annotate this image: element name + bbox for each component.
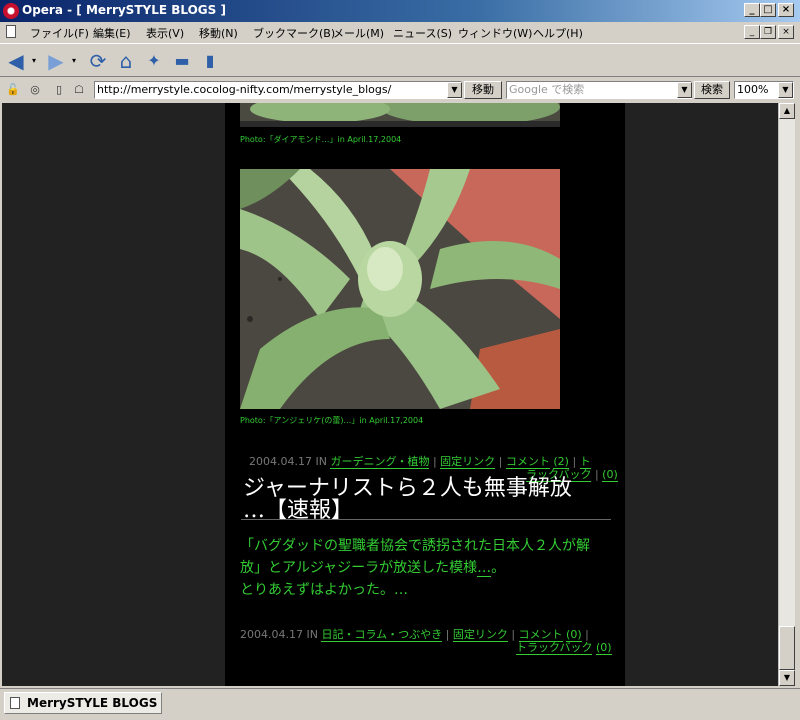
post2-title-divider xyxy=(241,519,611,520)
home-icon[interactable]: ⌂ xyxy=(114,49,138,73)
post2-body: 「バグダッドの聖職者協会で誘拐された日本人２人が解 放」とアルジャジーラが放送し… xyxy=(240,535,620,601)
post2-permalink[interactable]: 固定リンク xyxy=(452,628,508,642)
photo1-caption: Photo:「ダイアモンド…」in April.17,2004 xyxy=(240,135,402,144)
menu-news[interactable]: ニュース(S) xyxy=(393,25,452,41)
post2-title-line1: ジャーナリストら２人も無事解放 xyxy=(243,476,572,501)
menu-help[interactable]: ヘルプ(H) xyxy=(533,25,583,41)
post2-date: 2004.04.17 xyxy=(240,628,303,641)
mdi-restore-button[interactable]: ❐ xyxy=(760,25,776,39)
vertical-scrollbar[interactable]: ▲ ▼ xyxy=(778,103,795,686)
user-icon[interactable]: ☖ xyxy=(72,83,86,97)
wand-icon[interactable]: ◎ xyxy=(28,83,42,97)
mdi-minimize-button[interactable]: _ xyxy=(744,25,760,39)
post2-in: IN xyxy=(306,628,318,641)
security-icon[interactable]: 🔓 xyxy=(6,83,20,97)
menu-bookmarks[interactable]: ブックマーク(B) xyxy=(253,25,335,41)
menu-bar: ファイル(F) 編集(E) 表示(V) 移動(N) ブックマーク(B) メール(… xyxy=(0,22,800,42)
post2-readmore-link[interactable]: … xyxy=(477,560,492,577)
menu-window[interactable]: ウィンドウ(W) xyxy=(458,25,532,41)
scroll-up-icon[interactable]: ▲ xyxy=(779,103,795,119)
window-title: Opera - [ MerrySTYLE BLOGS ] xyxy=(22,3,226,17)
tab-bar: MerrySTYLE BLOGS xyxy=(0,688,800,720)
close-button[interactable]: × xyxy=(778,3,794,17)
post2-trackback-link[interactable]: トラックバック xyxy=(516,641,593,655)
tab-label: MerrySTYLE BLOGS xyxy=(27,696,158,710)
post1-date: 2004.04.17 xyxy=(249,455,312,468)
page-icon[interactable]: ▮ xyxy=(198,49,222,73)
post2-body-line2: 放」とアルジャジーラが放送した模様 xyxy=(240,560,478,576)
navigation-toolbar: ◀ ▾ ▶ ▾ ⟳ ⌂ ✦ ▬ ▮ xyxy=(0,43,800,77)
reload-icon[interactable]: ⟳ xyxy=(86,49,110,73)
url-field[interactable]: http://merrystyle.cocolog-nifty.com/merr… xyxy=(94,81,462,99)
post2-trackback-count[interactable]: (0) xyxy=(595,641,612,655)
hotlist-icon[interactable]: ✦ xyxy=(142,49,166,73)
mdi-close-button[interactable]: × xyxy=(778,25,794,39)
address-bar: 🔓 ◎ ▯ ☖ http://merrystyle.cocolog-nifty.… xyxy=(0,78,800,102)
minimize-button[interactable]: _ xyxy=(744,3,760,17)
menu-mail[interactable]: メール(M) xyxy=(333,25,384,41)
scroll-thumb[interactable] xyxy=(779,626,795,670)
forward-dropdown-icon[interactable]: ▾ xyxy=(68,49,80,73)
post2-category-link[interactable]: 日記・コラム・つぶやき xyxy=(321,628,443,642)
post2-body-line1: 「バグダッドの聖職者協会で誘拐された日本人２人が解 xyxy=(240,538,590,554)
maximize-button[interactable]: □ xyxy=(760,3,776,17)
photo-diamond[interactable] xyxy=(240,103,560,127)
post2-body-line3: とりあえずはよかった。… xyxy=(240,582,408,598)
search-button[interactable]: 検索 xyxy=(694,81,730,99)
url-dropdown-icon[interactable]: ▼ xyxy=(447,82,462,98)
post2-trackback-line: トラックバック (0) xyxy=(516,639,612,655)
photo-angelique-bud[interactable] xyxy=(240,169,560,409)
back-icon[interactable]: ◀ xyxy=(4,49,28,73)
search-dropdown-icon[interactable]: ▼ xyxy=(677,82,692,98)
zoom-dropdown-icon[interactable]: ▼ xyxy=(778,82,793,98)
page-tab-icon xyxy=(10,697,20,709)
menu-navigate[interactable]: 移動(N) xyxy=(199,25,238,41)
tab-merrystyle-blogs[interactable]: MerrySTYLE BLOGS xyxy=(4,692,162,714)
menu-view[interactable]: 表示(V) xyxy=(146,25,184,41)
post1-permalink[interactable]: 固定リンク xyxy=(440,455,496,469)
page-info-icon[interactable]: ▯ xyxy=(52,83,66,97)
print-icon[interactable]: ▬ xyxy=(170,49,194,73)
back-dropdown-icon[interactable]: ▾ xyxy=(28,49,40,73)
post2-body-line2-end: 。 xyxy=(491,560,506,576)
go-button[interactable]: 移動 xyxy=(464,81,502,99)
title-bar: Opera - [ MerrySTYLE BLOGS ] _ □ × xyxy=(0,0,800,22)
page-viewport: Photo:「ダイアモンド…」in April.17,2004 Photo:「ア… xyxy=(2,103,778,686)
forward-icon[interactable]: ▶ xyxy=(44,49,68,73)
blog-content-column: Photo:「ダイアモンド…」in April.17,2004 Photo:「ア… xyxy=(225,103,625,686)
menu-edit[interactable]: 編集(E) xyxy=(93,25,131,41)
post2-title[interactable]: ジャーナリストら２人も無事解放 …【速報】 xyxy=(243,478,603,522)
menu-file[interactable]: ファイル(F) xyxy=(30,25,89,41)
photo2-caption: Photo:「アンジェリケ(の蕾)…」in April.17,2004 xyxy=(240,416,424,425)
scroll-down-icon[interactable]: ▼ xyxy=(779,670,795,686)
search-field[interactable]: Google で検索 xyxy=(506,81,692,99)
post1-in: IN xyxy=(315,455,327,468)
post1-category-link[interactable]: ガーデニング・植物 xyxy=(330,455,430,469)
opera-logo-icon xyxy=(3,3,19,19)
post1-trackback-count[interactable]: (0) xyxy=(602,468,618,482)
document-icon[interactable] xyxy=(6,25,16,38)
